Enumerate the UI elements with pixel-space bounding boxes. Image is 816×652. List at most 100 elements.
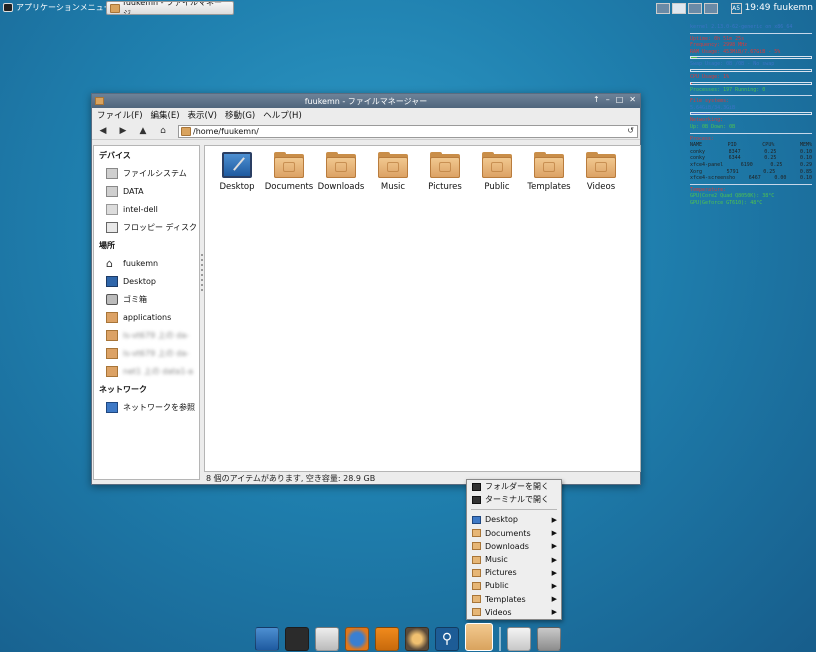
trash-icon[interactable] — [507, 627, 531, 651]
proc-pid: 6344 — [728, 155, 741, 162]
taskbar-window-button[interactable]: fuukemn - ファイルマネージ... — [106, 1, 234, 15]
proc-mem: 0.29 — [799, 161, 812, 168]
pictures-folder-icon — [430, 152, 460, 178]
workspace-switcher[interactable] — [655, 2, 718, 14]
taskbar-window-label: fuukemn - ファイルマネージ... — [123, 1, 223, 15]
conky-fs: 5.64GiB/34.3GiB — [690, 104, 736, 111]
sidebar-item-label: net1 上の data1-a — [123, 366, 194, 376]
col-mem: MEM% — [799, 142, 812, 149]
divider — [690, 132, 812, 134]
network-folder-icon — [106, 329, 118, 341]
file-label: Downloads — [317, 182, 365, 192]
file-item-pictures[interactable]: Pictures — [419, 152, 471, 192]
ime-indicator[interactable]: A5 — [730, 2, 742, 14]
menu-item-open-terminal[interactable]: ターミナルで開く — [467, 493, 561, 506]
terminal-icon[interactable] — [285, 627, 309, 651]
window-titlebar[interactable]: fuukemn - ファイルマネージャー ↑ – □ ✕ — [92, 94, 640, 108]
workspace-1[interactable] — [655, 2, 670, 14]
file-label: Music — [380, 182, 406, 192]
workspace-4[interactable] — [703, 2, 718, 14]
menu-item-label: Templates — [485, 594, 526, 604]
sidebar-item-data[interactable]: DATA — [94, 182, 199, 200]
audio-player-icon[interactable] — [405, 627, 429, 651]
show-desktop-icon[interactable] — [255, 627, 279, 651]
file-manager-window: fuukemn - ファイルマネージャー ↑ – □ ✕ ファイル(F) 編集(… — [91, 93, 641, 485]
menu-item-videos[interactable]: Videos ▶ — [467, 606, 561, 619]
submenu-arrow-icon: ▶ — [551, 581, 557, 590]
menu-item-templates[interactable]: Templates ▶ — [467, 593, 561, 606]
menu-item-music[interactable]: Music ▶ — [467, 553, 561, 566]
workspace-2[interactable] — [671, 2, 686, 14]
reload-icon[interactable]: ↺ — [627, 126, 634, 135]
location-path[interactable]: /home/fuukemn/ — [193, 127, 259, 136]
file-label: Desktop — [219, 182, 255, 192]
close-icon[interactable]: ✕ — [629, 95, 636, 104]
home-folder-icon[interactable] — [465, 623, 493, 651]
location-bar[interactable]: /home/fuukemn/ ↺ — [178, 125, 638, 138]
stick-icon[interactable]: ↑ — [593, 95, 600, 104]
submenu-arrow-icon: ▶ — [551, 555, 557, 564]
user-name[interactable]: fuukemn — [774, 3, 813, 13]
sidebar-item-network-share[interactable]: net1 上の data1-a — [94, 362, 199, 380]
sidebar-item-browse-network[interactable]: ネットワークを参照 — [94, 398, 199, 416]
sidebar-item-filesystem[interactable]: ファイルシステム — [94, 164, 199, 182]
videos-folder-icon — [586, 152, 616, 178]
proc-cpu: 0.25 — [764, 155, 777, 162]
menu-edit[interactable]: 編集(E) — [151, 109, 180, 121]
menu-help[interactable]: ヘルプ(H) — [263, 109, 302, 121]
file-item-documents[interactable]: Documents — [263, 152, 315, 192]
menu-item-pictures[interactable]: Pictures ▶ — [467, 566, 561, 579]
menu-item-open-folder[interactable]: フォルダーを開く — [467, 480, 561, 493]
sidebar-item-desktop[interactable]: Desktop — [94, 272, 199, 290]
minimize-icon[interactable]: – — [606, 95, 610, 104]
firefox-icon[interactable] — [345, 627, 369, 651]
forward-icon[interactable]: ▶ — [117, 125, 129, 137]
sidebar-item-home[interactable]: ⌂ fuukemn — [94, 254, 199, 272]
proc-mem: 0.85 — [799, 168, 812, 175]
divider — [690, 95, 812, 97]
menu-item-downloads[interactable]: Downloads ▶ — [467, 540, 561, 553]
file-item-public[interactable]: Public — [471, 152, 523, 192]
sidebar-item-applications[interactable]: applications — [94, 308, 199, 326]
submenu-arrow-icon: ▶ — [551, 608, 557, 617]
submenu-arrow-icon: ▶ — [551, 529, 557, 538]
proc-cpu: 0.00 — [774, 175, 787, 182]
sidebar-item-intel-dell[interactable]: intel-dell — [94, 200, 199, 218]
conky-frequency: Frequency: 2998 MHz — [690, 42, 748, 49]
maximize-icon[interactable]: □ — [616, 95, 624, 104]
file-item-desktop[interactable]: Desktop — [211, 152, 263, 192]
desktop-icon — [106, 275, 118, 287]
back-icon[interactable]: ◀ — [97, 125, 109, 137]
applications-menu-button[interactable]: アプリケーションメニュー — [3, 2, 112, 13]
file-item-videos[interactable]: Videos — [575, 152, 627, 192]
home-icon[interactable]: ⌂ — [157, 125, 169, 137]
up-icon[interactable]: ▲ — [137, 125, 149, 137]
menu-item-label: フォルダーを開く — [485, 482, 549, 492]
menu-file[interactable]: ファイル(F) — [97, 109, 143, 121]
conky-processes: Processes: 197 Running: 0 — [690, 86, 766, 93]
sidebar-item-network-share[interactable]: ls-vt679 上の da- — [94, 344, 199, 362]
menu-go[interactable]: 移動(G) — [225, 109, 255, 121]
file-label: Public — [484, 182, 510, 192]
sidebar-item-trash[interactable]: ゴミ箱 — [94, 290, 199, 308]
clock[interactable]: 19:49 — [745, 3, 771, 13]
file-manager-icon[interactable] — [315, 627, 339, 651]
vlc-icon[interactable] — [375, 627, 399, 651]
conky-fs-head: File systems: — [690, 98, 730, 105]
proc-mem: 0.10 — [799, 175, 812, 182]
menu-item-documents[interactable]: Documents ▶ — [467, 527, 561, 540]
sidebar-item-label: ゴミ箱 — [123, 294, 147, 304]
search-icon[interactable]: ⚲ — [435, 627, 459, 651]
file-item-templates[interactable]: Templates — [523, 152, 575, 192]
directory-menu-popup: フォルダーを開く ターミナルで開く Desktop ▶ Documents ▶ Do… — [466, 479, 562, 620]
workspace-3[interactable] — [687, 2, 702, 14]
menu-item-desktop[interactable]: Desktop ▶ — [467, 513, 561, 526]
sidebar-item-floppy[interactable]: フロッピー ディスク — [94, 218, 199, 236]
file-view[interactable]: Desktop Documents Downloads Music Pictur… — [204, 145, 641, 472]
file-item-music[interactable]: Music — [367, 152, 419, 192]
file-item-downloads[interactable]: Downloads — [315, 152, 367, 192]
settings-icon[interactable] — [537, 627, 561, 651]
menu-item-public[interactable]: Public ▶ — [467, 579, 561, 592]
menu-view[interactable]: 表示(V) — [188, 109, 217, 121]
sidebar-item-network-share[interactable]: ls-vt679 上の da- — [94, 326, 199, 344]
